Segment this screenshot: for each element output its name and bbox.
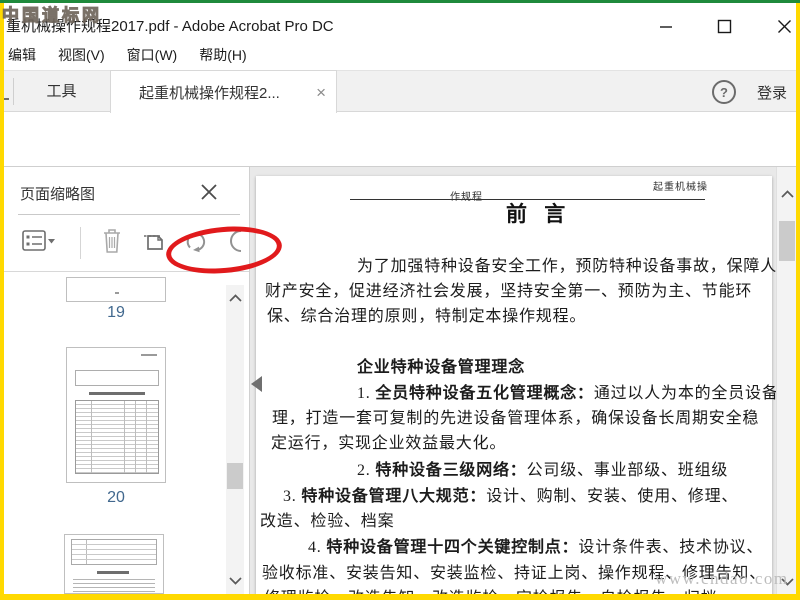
thumbnail-header-mark (141, 354, 157, 356)
scroll-down-button[interactable] (226, 572, 244, 590)
menu-item-help[interactable]: 帮助(H) (199, 45, 246, 65)
divider (18, 214, 240, 215)
doc-line: 4. 特种设备管理十四个关键控制点：设计条件表、技术协议、 (308, 539, 764, 556)
scroll-up-button[interactable] (226, 289, 244, 307)
tab-tools[interactable]: 工具 (14, 70, 109, 111)
doc-line: 1. 全员特种设备五化管理概念：通过以人为本的全员设备管 (357, 385, 776, 402)
minimize-button[interactable] (650, 13, 682, 39)
thumbnail-text-line (73, 583, 155, 584)
close-icon (201, 184, 217, 200)
doc-line: 定运行，实现企业效益最大化。 (271, 435, 507, 452)
thumbnail-footer-mark (115, 292, 119, 294)
scrollbar-thumb[interactable] (227, 463, 243, 489)
doc-line: 为了加强特种设备安全工作，预防特种设备事故，保障人身和 (357, 258, 776, 275)
doc-line: 3. 特种设备管理八大规范：设计、购制、安装、使用、修理、 (283, 488, 739, 505)
panel-title: 页面缩略图 (20, 186, 96, 203)
tab-document-label: 起重机械操作规程2... (139, 84, 280, 102)
help-icon[interactable]: ? (712, 80, 736, 104)
document-scrollbar[interactable] (776, 167, 796, 594)
document-view[interactable]: 作规程 起重机械操 前 言 为了加强特种设备安全工作，预防特种设备事故，保障人身… (250, 167, 776, 594)
page-header-right: 起重机械操 (653, 182, 708, 193)
panel-toolbar-separator (80, 227, 81, 259)
thumbnail-text-line (73, 579, 155, 580)
page-20-thumbnail[interactable] (66, 347, 166, 483)
thumbnail-table (75, 400, 159, 474)
sign-in-button[interactable]: 登录 (757, 82, 787, 103)
doc-line: 2. 特种设备三级网络：公司级、事业部级、班组级 (357, 462, 729, 479)
thumbnails-scrollbar[interactable] (226, 285, 244, 594)
chevron-down-icon (228, 577, 242, 585)
thumbnail-section-title (97, 571, 129, 574)
thumbnail-options-button[interactable] (22, 229, 56, 258)
scrollbar-thumb[interactable] (779, 221, 795, 261)
page-20-label[interactable]: 20 (66, 489, 166, 507)
menu-item-edit[interactable]: 编辑 (8, 45, 36, 65)
capture-border-bottom (0, 594, 800, 600)
document-heading: 前 言 (506, 202, 572, 226)
previous-page-arrow[interactable] (251, 376, 262, 392)
thumbnail-table (71, 539, 157, 565)
capture-border-right (796, 0, 800, 600)
page-19-thumbnail[interactable] (66, 277, 166, 302)
close-icon (777, 19, 791, 33)
title-bar: 重机械操作规程2017.pdf - Adobe Acrobat Pro DC (0, 3, 800, 40)
crop-pages-icon (144, 235, 163, 250)
tab-close-icon[interactable]: × (316, 84, 326, 101)
thumbnail-form-header (75, 370, 159, 386)
acrobat-window: 重机械操作规程2017.pdf - Adobe Acrobat Pro DC 编… (0, 0, 800, 600)
doc-line: 保、综合治理的原则，特制定本操作规程。 (267, 308, 587, 325)
menu-bar: 编辑 视图(V) 窗口(W) 帮助(H) (0, 40, 800, 70)
maximize-button[interactable] (708, 13, 740, 39)
thumbnail-text-line (73, 591, 155, 592)
delete-pages-button[interactable] (101, 227, 123, 260)
tab-document[interactable]: 起重机械操作规程2... × (110, 70, 337, 113)
doc-line: 企业特种设备管理理念 (357, 359, 526, 376)
page-header-center: 作规程 (450, 192, 483, 203)
scroll-up-button[interactable] (778, 185, 796, 203)
page-19-label[interactable]: 19 (66, 304, 166, 322)
menu-item-window[interactable]: 窗口(W) (127, 45, 178, 65)
page-21-thumbnail[interactable] (64, 534, 164, 594)
thumbnail-text-line (73, 587, 155, 588)
capture-border-left (0, 0, 4, 600)
minimize-icon (660, 26, 672, 28)
menu-item-view[interactable]: 视图(V) (58, 45, 105, 65)
chevron-up-icon (780, 190, 794, 198)
list-options-icon (22, 230, 55, 251)
doc-line: 修理监检、改造告知、改造监检、定检报告、自检报告、归档 (264, 584, 718, 594)
doc-line: 理，打造一套可复制的先进设备管理体系，确保设备长周期安全稳 (272, 410, 760, 427)
site-watermark: www.cndao.com (655, 569, 789, 588)
trash-icon (104, 229, 120, 253)
crop-pages-button[interactable] (143, 228, 169, 259)
capture-border-top (0, 0, 800, 3)
main-toolbar: / 31 (0, 112, 800, 278)
thumbnail-table-title (89, 392, 145, 395)
doc-line: 财产安全，促进经济社会发展，坚持安全第一、预防为主、节能环 (265, 283, 753, 300)
maximize-icon (717, 19, 731, 33)
panel-close-button[interactable] (200, 183, 218, 206)
chevron-up-icon (228, 294, 242, 302)
site-logo-watermark: 中国道标网 (2, 6, 102, 26)
doc-line: 改造、检验、档案 (260, 513, 395, 530)
pdf-page: 作规程 起重机械操 前 言 为了加强特种设备安全工作，预防特种设备事故，保障人身… (256, 176, 776, 594)
